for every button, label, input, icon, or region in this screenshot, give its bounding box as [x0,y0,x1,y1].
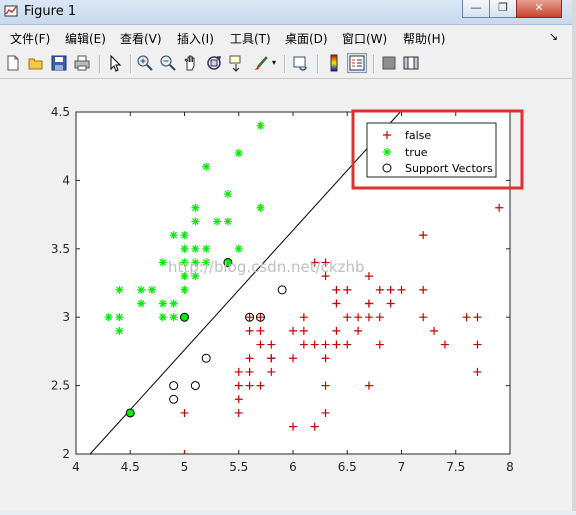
x-tick-label: 7 [398,460,406,474]
rotate-3d-icon[interactable] [205,54,223,72]
close-button[interactable]: ✕ [516,0,562,18]
figure-window: Figure 1 — ❐ ✕ 文件(F) 编辑(E) 查看(V) 插入(I) 工… [0,0,573,511]
true-point [137,285,146,294]
print-icon[interactable] [73,54,91,72]
link-plot-icon[interactable] [292,54,310,72]
data-cursor-icon[interactable] [228,54,246,72]
menu-desktop[interactable]: 桌面(D) [285,30,328,47]
figure-toolbar: ▾ [0,50,572,79]
legend-icon[interactable] [347,53,367,73]
title-bar: Figure 1 — ❐ ✕ [0,0,572,25]
window-title: Figure 1 [24,4,77,19]
legend-true-marker [383,148,391,156]
menu-edit[interactable]: 编辑(E) [65,30,106,47]
true-point [180,285,189,294]
minimize-button[interactable]: — [462,0,490,18]
zoom-in-icon[interactable] [136,54,154,72]
true-point [147,285,156,294]
true-point [158,258,167,267]
scatter-plot[interactable]: 4 4.5 5 5.5 6 6.5 7 7.5 8 2 2.5 3 3.5 4 4.5 http://blo… [0,79,572,511]
x-tick-label: 7.5 [446,460,465,474]
window-edge [572,0,576,511]
watermark-text: http://blog.csdn.net/ckzhb [168,258,364,276]
y-tick-label: 3.5 [51,242,70,256]
toolbar-separator [99,55,101,73]
menu-help[interactable]: 帮助(H) [403,30,445,47]
legend-label: true [405,146,428,159]
true-point [191,217,200,226]
x-tick-label: 4 [72,460,80,474]
true-point [169,299,178,308]
true-point [256,121,265,130]
menu-insert[interactable]: 插入(I) [177,30,214,47]
y-tick-label: 2 [62,447,70,461]
brush-dropdown-icon[interactable]: ▾ [272,58,276,67]
legend[interactable]: false true Support Vectors [366,122,497,178]
true-point [115,285,124,294]
toolbar-separator [130,55,132,73]
x-tick-label: 8 [506,460,514,474]
y-tick-label: 4 [62,173,70,187]
x-tick-label: 5 [181,460,189,474]
true-point [115,326,124,335]
true-point [158,299,167,308]
x-tick-label: 6.5 [338,460,357,474]
legend-label: Support Vectors [405,162,493,175]
new-figure-icon[interactable] [4,54,22,72]
true-point [169,313,178,322]
true-point [104,313,113,322]
maximize-button[interactable]: ❐ [489,0,517,18]
zoom-out-icon[interactable] [159,54,177,72]
pan-icon[interactable] [182,54,200,72]
save-icon[interactable] [50,54,68,72]
true-point [191,203,200,212]
true-point [234,244,243,253]
true-point [234,149,243,158]
true-point [223,217,232,226]
toolbar-separator [317,55,319,73]
menu-bar: 文件(F) 编辑(E) 查看(V) 插入(I) 工具(T) 桌面(D) 窗口(W… [0,26,572,48]
pointer-icon[interactable] [106,54,124,72]
show-plot-tools-icon[interactable] [402,54,420,72]
true-point [256,203,265,212]
y-tick-label: 2.5 [51,379,70,393]
x-tick-label: 5.5 [229,460,248,474]
true-point [191,244,200,253]
true-point [115,313,124,322]
menu-tools[interactable]: 工具(T) [230,30,271,47]
menu-file[interactable]: 文件(F) [10,30,50,47]
matlab-figure-icon [4,5,18,17]
toolbar-separator [373,55,375,73]
y-tick-label: 3 [62,310,70,324]
true-point [180,244,189,253]
true-point [223,190,232,199]
menu-window[interactable]: 窗口(W) [342,30,387,47]
hide-plot-tools-icon[interactable] [380,54,398,72]
figure-canvas: 4 4.5 5 5.5 6 6.5 7 7.5 8 2 2.5 3 3.5 4 4.5 http://blo… [0,79,572,511]
x-tick-label: 6 [289,460,297,474]
true-point [213,217,222,226]
true-point [202,162,211,171]
menu-overflow-icon[interactable]: ↘ [549,30,558,43]
x-tick-label: 4.5 [121,460,140,474]
brush-icon[interactable] [251,54,269,72]
true-point [137,299,146,308]
colorbar-icon[interactable] [325,54,343,72]
true-point [202,244,211,253]
toolbar-separator [284,55,286,73]
true-point [158,313,167,322]
legend-label: false [405,129,431,142]
open-file-icon[interactable] [27,54,45,72]
menu-view[interactable]: 查看(V) [120,30,162,47]
true-point [180,231,189,240]
y-tick-label: 4.5 [51,105,70,119]
true-point [169,231,178,240]
